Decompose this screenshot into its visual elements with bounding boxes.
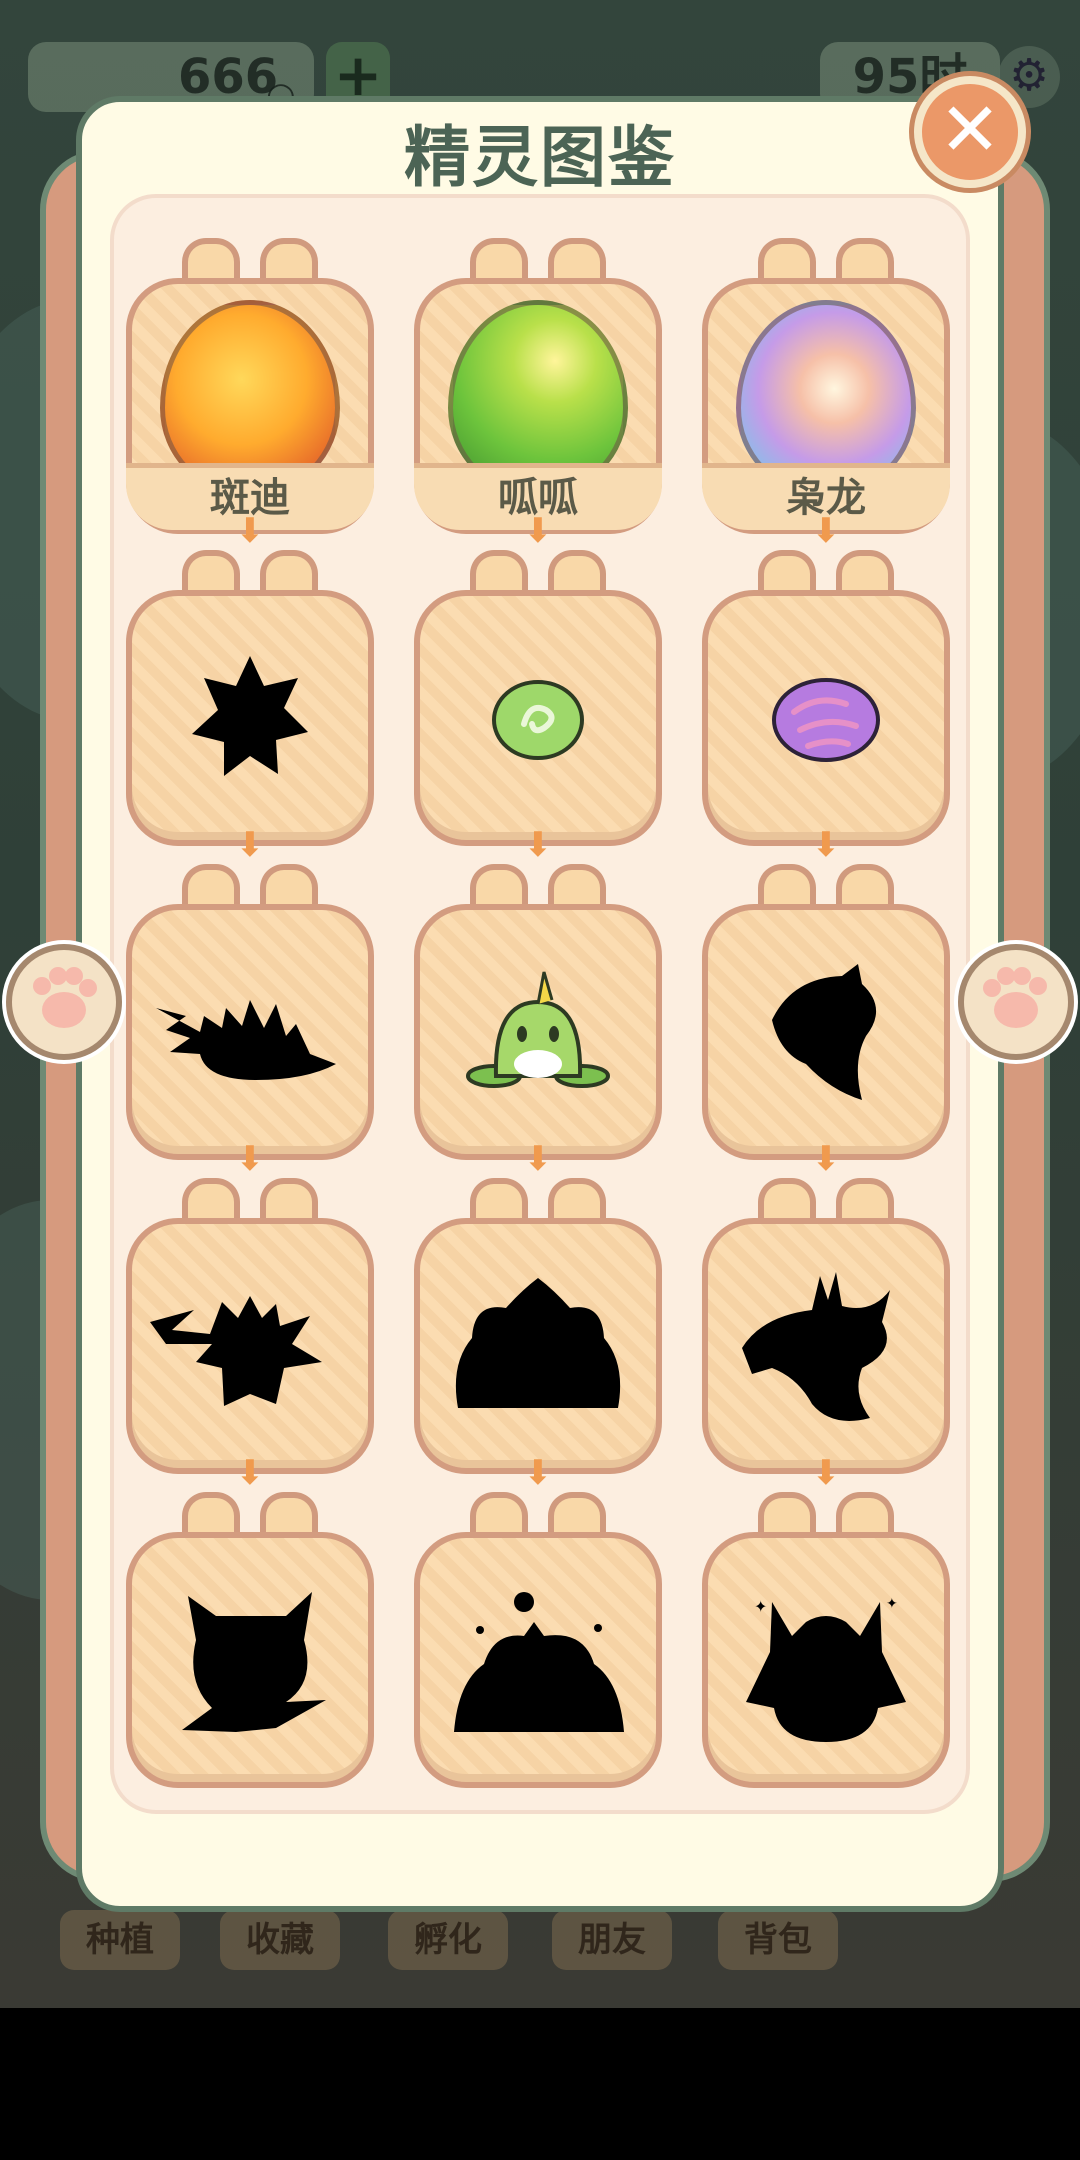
evolve-arrow-icon: ⬇ — [523, 1453, 553, 1493]
codex-slot-3-1[interactable]: ⬇ — [126, 828, 374, 1160]
big-frog-silhouette-icon — [455, 1278, 621, 1408]
evolve-arrow-icon: ⬇ — [811, 1139, 841, 1179]
evolve-arrow-icon: ⬇ — [235, 825, 265, 865]
close-icon: ✕ — [938, 87, 1001, 173]
evolve-arrow-icon: ⬇ — [523, 511, 553, 551]
codex-slot-2-2[interactable]: ⬇ — [414, 514, 662, 846]
green-seed-creature-icon — [492, 680, 584, 760]
evolve-arrow-icon: ⬇ — [235, 1139, 265, 1179]
codex-slot-4-3[interactable]: ⬇ — [702, 1142, 950, 1474]
close-button[interactable]: ✕ — [914, 76, 1026, 188]
codex-slot-5-1[interactable]: ⬇ — [126, 1456, 374, 1788]
evolve-arrow-icon: ⬇ — [811, 511, 841, 551]
paw-icon — [33, 967, 97, 1028]
codex-slot-3-2[interactable]: ⬇ — [414, 828, 662, 1160]
cat-beast-silhouette-icon — [182, 1592, 326, 1732]
codex-slot-egg-2[interactable]: 呱呱 — [414, 238, 662, 534]
hedgehog-silhouette-icon — [156, 1000, 336, 1080]
green-frog-creature-icon — [466, 971, 610, 1088]
codex-slot-egg-1[interactable]: 斑迪 — [126, 238, 374, 534]
spiky-ball-silhouette-icon — [192, 656, 308, 776]
next-page-button[interactable] — [958, 944, 1074, 1060]
tab-bag[interactable]: 背包 — [718, 1910, 838, 1970]
evolve-arrow-icon: ⬇ — [811, 1453, 841, 1493]
codex-slot-2-1[interactable]: ⬇ — [126, 514, 374, 846]
codex-slot-5-2[interactable]: ⬇ — [414, 1456, 662, 1788]
tab-collection[interactable]: 收藏 — [220, 1910, 340, 1970]
codex-slot-5-3[interactable]: ⬇ ✦ ✦ — [702, 1456, 950, 1788]
bird-head-silhouette-icon — [772, 964, 877, 1100]
codex-slot-4-1[interactable]: ⬇ — [126, 1142, 374, 1474]
evolve-arrow-icon: ⬇ — [235, 511, 265, 551]
tab-plant[interactable]: 种植 — [60, 1910, 180, 1970]
evolve-arrow-icon: ⬇ — [523, 825, 553, 865]
codex-slot-3-3[interactable]: ⬇ — [702, 828, 950, 1160]
codex-slot-2-3[interactable]: ⬇ — [702, 514, 950, 846]
dragon-king-silhouette-icon: ✦ ✦ — [746, 1596, 906, 1742]
evolve-arrow-icon: ⬇ — [523, 1139, 553, 1179]
evolve-arrow-icon: ⬇ — [811, 825, 841, 865]
codex-slot-4-2[interactable]: ⬇ — [414, 1142, 662, 1474]
svg-text:✦: ✦ — [754, 1597, 767, 1616]
paw-icon — [983, 967, 1047, 1028]
evolve-arrow-icon: ⬇ — [235, 1453, 265, 1493]
tab-hatch[interactable]: 孵化 — [388, 1910, 508, 1970]
codex-slot-egg-3[interactable]: 枭龙 — [702, 238, 950, 534]
lightning-beast-silhouette-icon — [150, 1296, 322, 1406]
svg-text:✦: ✦ — [886, 1596, 898, 1612]
tab-friends[interactable]: 朋友 — [552, 1910, 672, 1970]
toad-king-silhouette-icon — [454, 1592, 624, 1732]
prev-page-button[interactable] — [6, 944, 122, 1060]
antlered-bird-silhouette-icon — [742, 1272, 890, 1421]
purple-egg-creature-icon — [772, 678, 880, 762]
